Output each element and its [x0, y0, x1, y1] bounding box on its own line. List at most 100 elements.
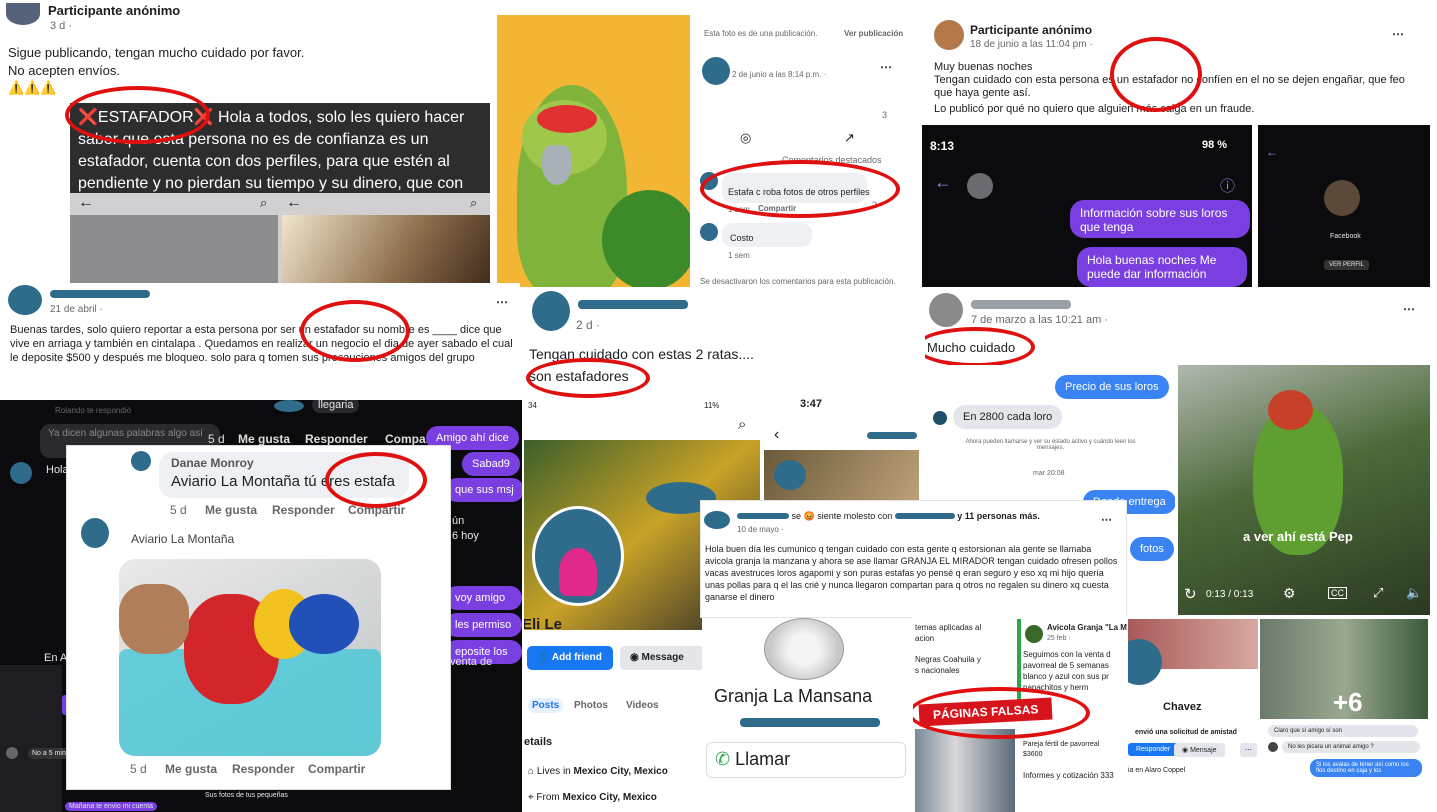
whatsapp-icon[interactable]: ◎: [740, 130, 751, 146]
more-options-icon[interactable]: ⋯: [1392, 27, 1404, 41]
post-time[interactable]: 10 de mayo ·: [737, 525, 784, 534]
blurred-avatar[interactable]: [532, 291, 570, 331]
like-link[interactable]: Me gusta: [238, 432, 290, 446]
reply-notice: Rolando te respondió: [55, 406, 132, 415]
commenter-avatar[interactable]: [131, 451, 151, 471]
comment-meta: 1 sem: [728, 251, 750, 260]
reply-link[interactable]: Responder: [305, 432, 368, 446]
post-time[interactable]: 25 feb ·: [1047, 635, 1071, 642]
search-icon[interactable]: ⌕: [260, 195, 267, 211]
tab-photos[interactable]: Photos: [574, 700, 608, 711]
blurred-avatar[interactable]: [702, 57, 730, 85]
blurred-avatar[interactable]: [774, 460, 806, 490]
tag-suffix[interactable]: y 11 personas más.: [957, 511, 1040, 521]
message-bubble: Precio de sus loros: [1055, 375, 1169, 399]
more-photos-count[interactable]: +6: [1333, 687, 1363, 718]
blurred-tag[interactable]: [894, 513, 955, 519]
tab-videos[interactable]: Videos: [626, 700, 659, 711]
from-row: ⌖ From Mexico City, Mexico: [528, 792, 657, 803]
post-text: Hola buen día les cumunico q tengan cuid…: [705, 544, 1118, 602]
more-options-icon[interactable]: ⋯: [1101, 513, 1112, 526]
message-button[interactable]: ◉ Mensaje: [1174, 743, 1225, 757]
post-line: $3600: [1023, 751, 1043, 758]
more-options-icon[interactable]: ⋯: [880, 60, 892, 74]
view-profile-button[interactable]: VER PERFIL: [1324, 260, 1370, 270]
share-link[interactable]: Compartir: [308, 762, 365, 776]
anonymous-avatar[interactable]: [934, 20, 964, 50]
video-time: 0:13 / 0:13: [1206, 589, 1254, 600]
post-text-line-3: Lo publicó por qué no quiero que alguien…: [934, 103, 1255, 115]
blurred-avatar[interactable]: [704, 511, 730, 529]
share-icon[interactable]: ↗: [844, 130, 855, 146]
post-time[interactable]: 18 de junio a las 11:04 pm ·: [970, 39, 1093, 50]
fullscreen-icon[interactable]: ⤢: [1373, 585, 1383, 601]
back-arrow-icon[interactable]: ←: [934, 172, 952, 193]
post-time[interactable]: 2 de junio a las 8:14 p.m. ·: [732, 70, 826, 79]
page-name[interactable]: Aviario La Montaña: [131, 532, 234, 546]
info-icon[interactable]: ⓘ: [1220, 175, 1235, 196]
highlight-circle: [925, 327, 1035, 367]
back-arrow-icon[interactable]: ←: [78, 194, 94, 212]
post-panel-4: 21 de abril · ⋯ Buenas tardes, solo quie…: [0, 283, 520, 400]
back-arrow-icon[interactable]: ‹: [774, 426, 779, 444]
call-button[interactable]: ✆ Llamar: [706, 742, 906, 778]
back-arrow-icon[interactable]: ←: [1266, 145, 1278, 159]
post-panel-12: temas aplicadas al acion Negras Coahuila…: [913, 617, 1128, 812]
like-link[interactable]: Me gusta: [205, 503, 257, 517]
volume-icon[interactable]: 🔈: [1406, 585, 1422, 601]
search-icon[interactable]: ⌕: [738, 416, 746, 433]
profile-name[interactable]: Chavez: [1163, 701, 1202, 713]
from-city[interactable]: Mexico City, Mexico: [563, 792, 657, 803]
post-time[interactable]: 7 de marzo a las 10:21 am ·: [971, 314, 1108, 326]
page-name: Granja La Mansana: [714, 686, 873, 706]
more-options-icon[interactable]: ⋯: [1403, 302, 1415, 316]
video-player[interactable]: a ver ahí está Pep ↻ 0:13 / 0:13 ⚙ CC ⤢ …: [1178, 365, 1430, 615]
tab-posts[interactable]: Posts: [528, 698, 564, 713]
reply-link[interactable]: Responder: [272, 503, 335, 517]
profile-avatar[interactable]: [929, 293, 963, 327]
message-button[interactable]: ◉ Message: [620, 646, 704, 670]
captions-icon[interactable]: CC: [1328, 587, 1347, 599]
post-panel-2: Esta foto es de una publicación. Ver pub…: [692, 15, 904, 287]
view-post-link[interactable]: Ver publicación: [844, 29, 903, 38]
author-name[interactable]: Participante anónimo: [970, 23, 1092, 37]
comment-author[interactable]: Danae Monroy: [171, 456, 254, 470]
details-heading: etails: [524, 736, 553, 748]
respond-button[interactable]: Responder: [1128, 743, 1179, 756]
page-avatar[interactable]: [81, 518, 109, 548]
reply-link[interactable]: Responder: [232, 762, 295, 776]
more-button[interactable]: ⋯: [1240, 743, 1257, 757]
macaw-photo[interactable]: [119, 559, 381, 756]
replay-icon[interactable]: ↻: [1184, 585, 1197, 603]
post-time[interactable]: 3 d ·: [50, 20, 72, 32]
parrot-wing: [602, 190, 690, 287]
blurred-avatar[interactable]: [8, 285, 42, 315]
post-time[interactable]: 2 d ·: [576, 318, 600, 332]
contact-avatar[interactable]: [967, 173, 993, 199]
settings-icon[interactable]: ⚙: [1283, 585, 1296, 602]
contact-avatar: [274, 400, 304, 412]
message-text: 6 hoy: [452, 530, 479, 542]
page-name[interactable]: Avicola Granja "La M: [1047, 623, 1127, 632]
anonymous-avatar[interactable]: [6, 3, 40, 25]
author-name[interactable]: Participante anónimo: [48, 3, 180, 18]
blurred-author[interactable]: [737, 513, 789, 519]
post-panel-13: Chavez envió una solicitud de amistad Re…: [1128, 617, 1430, 812]
post-panel-10: se 😡 siente molesto con y 11 personas má…: [700, 500, 1127, 618]
page-avatar[interactable]: [1025, 625, 1043, 643]
back-arrow-icon[interactable]: ←: [286, 194, 302, 212]
search-icon[interactable]: ⌕: [470, 195, 477, 211]
post-time[interactable]: 21 de abril ·: [50, 304, 103, 315]
lives-city[interactable]: Mexico City, Mexico: [574, 766, 668, 777]
bird-photo: [282, 215, 490, 290]
comment-time: 5 d: [170, 503, 187, 517]
sidebar-text: s nacionales: [915, 666, 960, 675]
post-line: Pareja fértil de pavorreal: [1023, 741, 1100, 748]
more-options-icon[interactable]: ⋯: [496, 295, 508, 309]
add-friend-button[interactable]: 👤 Add friend: [527, 646, 613, 670]
like-link[interactable]: Me gusta: [165, 762, 217, 776]
commenter-avatar[interactable]: [700, 223, 718, 241]
post-text-line-2: No acepten envíos.: [8, 63, 121, 78]
warning-emoji: ⚠️⚠️⚠️: [8, 80, 57, 95]
post-text: Buenas tardes, solo quiero reportar a es…: [10, 324, 513, 364]
